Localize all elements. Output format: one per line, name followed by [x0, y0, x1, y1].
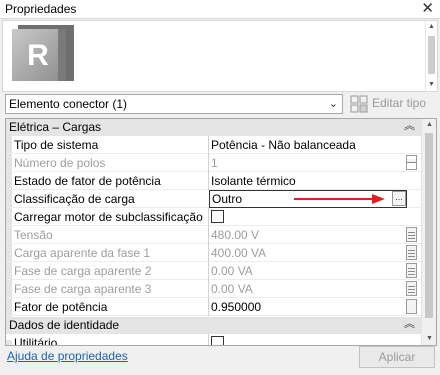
- edit-type-label: Editar tipo: [372, 96, 427, 110]
- revit-logo-icon: R: [12, 25, 74, 81]
- property-row-motor-subclassification[interactable]: Carregar motor de subclassificação: [6, 208, 421, 226]
- property-name: Número de polos: [14, 156, 106, 170]
- property-name: Tipo de sistema: [14, 138, 99, 152]
- property-value[interactable]: Outro: [212, 192, 242, 206]
- property-row-power-factor-state[interactable]: Estado de fator de potência Isolante tér…: [6, 172, 421, 190]
- property-row-number-of-poles: Número de polos 1: [6, 154, 421, 172]
- property-value[interactable]: 0.950000: [211, 300, 261, 314]
- property-value: 0.00 VA: [211, 282, 253, 296]
- property-name: Carga aparente da fase 1: [14, 246, 151, 260]
- associate-parameter-button[interactable]: [406, 281, 417, 296]
- property-row-system-type[interactable]: Tipo de sistema Potência - Não balancead…: [6, 136, 421, 154]
- scroll-up-icon[interactable]: ▲: [426, 121, 433, 128]
- property-value[interactable]: Isolante térmico: [211, 174, 296, 188]
- property-row-voltage: Tensão 480.00 V: [6, 226, 421, 244]
- property-row-apparent-load-phase-3: Fase de carga aparente 3 0.00 VA: [6, 280, 421, 298]
- scroll-down-icon[interactable]: ▼: [426, 335, 433, 342]
- category-label: Dados de identidade: [9, 318, 120, 332]
- type-selector-value: Elemento conector (1): [9, 97, 128, 111]
- collapse-icon[interactable]: ︽: [404, 119, 415, 133]
- browse-button[interactable]: ...: [392, 191, 406, 206]
- property-name: Carregar motor de subclassificação: [14, 210, 203, 224]
- property-value: 400.00 VA: [211, 246, 267, 260]
- annotation-arrow: [294, 194, 385, 204]
- property-name: Fator de potência: [14, 300, 108, 314]
- property-row-apparent-load-phase-1: Carga aparente da fase 1 400.00 VA: [6, 244, 421, 262]
- property-value: 0.00 VA: [211, 264, 253, 278]
- property-row-load-classification[interactable]: Classificação de carga Outro ...: [6, 190, 421, 208]
- preview-scrollbar[interactable]: ▲ ▼: [425, 21, 437, 91]
- property-row-apparent-load-phase-2: Fase de carga aparente 2 0.00 VA: [6, 262, 421, 280]
- utility-checkbox[interactable]: [211, 336, 224, 345]
- associate-parameter-button[interactable]: [406, 299, 417, 314]
- scroll-up-icon[interactable]: ▲: [428, 23, 435, 30]
- property-value: 1: [211, 156, 218, 170]
- properties-help-link[interactable]: Ajuda de propriedades: [7, 349, 128, 363]
- properties-scrollbar[interactable]: ▲ ▼: [421, 119, 436, 345]
- category-electrical-loads[interactable]: Elétrica – Cargas ︽: [6, 119, 421, 136]
- scroll-thumb[interactable]: [425, 133, 433, 318]
- category-label: Elétrica – Cargas: [9, 120, 102, 134]
- category-identity-data[interactable]: Dados de identidade ︽: [6, 317, 421, 334]
- property-name: Tensão: [14, 228, 53, 242]
- type-selector-dropdown[interactable]: Elemento conector (1) ⌄: [5, 94, 343, 114]
- scroll-down-icon[interactable]: ▼: [428, 81, 435, 88]
- property-name: Utilitário: [14, 336, 58, 346]
- property-value[interactable]: Potência - Não balanceada: [211, 138, 356, 152]
- property-value: 480.00 V: [211, 228, 260, 242]
- associate-parameter-button[interactable]: [406, 155, 417, 170]
- title-bar: Propriedades ✕: [0, 0, 440, 19]
- type-preview-panel: R ▲ ▼: [2, 20, 438, 92]
- associate-parameter-button[interactable]: [406, 227, 417, 242]
- properties-grid: Elétrica – Cargas ︽ Tipo de sistema Potê…: [5, 118, 437, 346]
- edit-type-icon: [350, 95, 368, 113]
- collapse-icon[interactable]: ︽: [404, 315, 415, 331]
- close-icon[interactable]: ✕: [421, 0, 434, 18]
- scroll-thumb[interactable]: [428, 36, 435, 74]
- logo-letter: R: [27, 39, 49, 72]
- property-row-power-factor[interactable]: Fator de potência 0.950000: [6, 298, 421, 316]
- window-title: Propriedades: [5, 2, 77, 16]
- property-name: Classificação de carga: [14, 192, 135, 206]
- apply-button[interactable]: Aplicar: [359, 346, 435, 368]
- chevron-down-icon[interactable]: ⌄: [329, 97, 338, 110]
- property-name: Fase de carga aparente 2: [14, 264, 152, 278]
- property-name: Fase de carga aparente 3: [14, 282, 152, 296]
- property-name: Estado de fator de potência: [14, 174, 161, 188]
- associate-parameter-button[interactable]: [406, 263, 417, 278]
- associate-parameter-button[interactable]: [406, 245, 417, 260]
- motor-subclassification-checkbox[interactable]: [211, 210, 224, 223]
- property-row-utility[interactable]: Utilitário: [6, 334, 421, 346]
